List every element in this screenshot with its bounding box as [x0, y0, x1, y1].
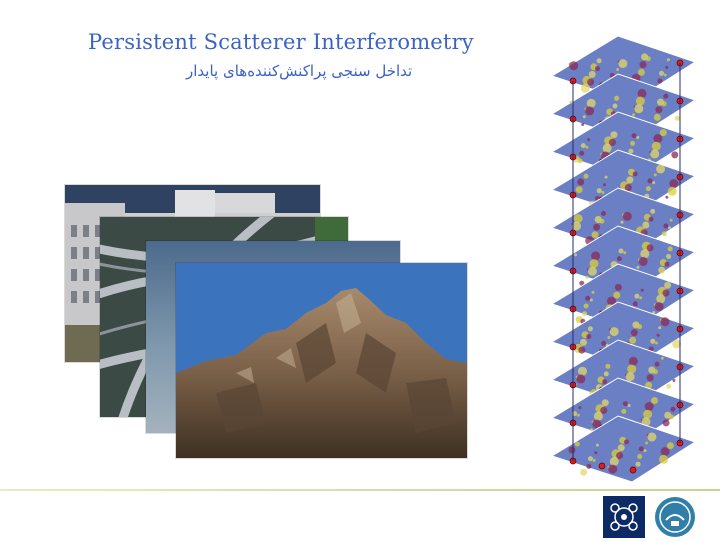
- interferogram-stack: [540, 20, 720, 485]
- slide-subtitle: تداخل سنجی پراکنش‌کننده‌های پایدار: [186, 62, 413, 80]
- scatterer-point: [629, 466, 637, 474]
- molecule-logo-icon: [603, 496, 645, 538]
- scatterer-point: [598, 462, 606, 470]
- rocky-mountain-photo: [176, 263, 467, 458]
- footer-divider: [0, 489, 720, 491]
- slide-title: Persistent Scatterer Interferometry: [88, 30, 474, 54]
- university-emblem-icon: [654, 496, 696, 538]
